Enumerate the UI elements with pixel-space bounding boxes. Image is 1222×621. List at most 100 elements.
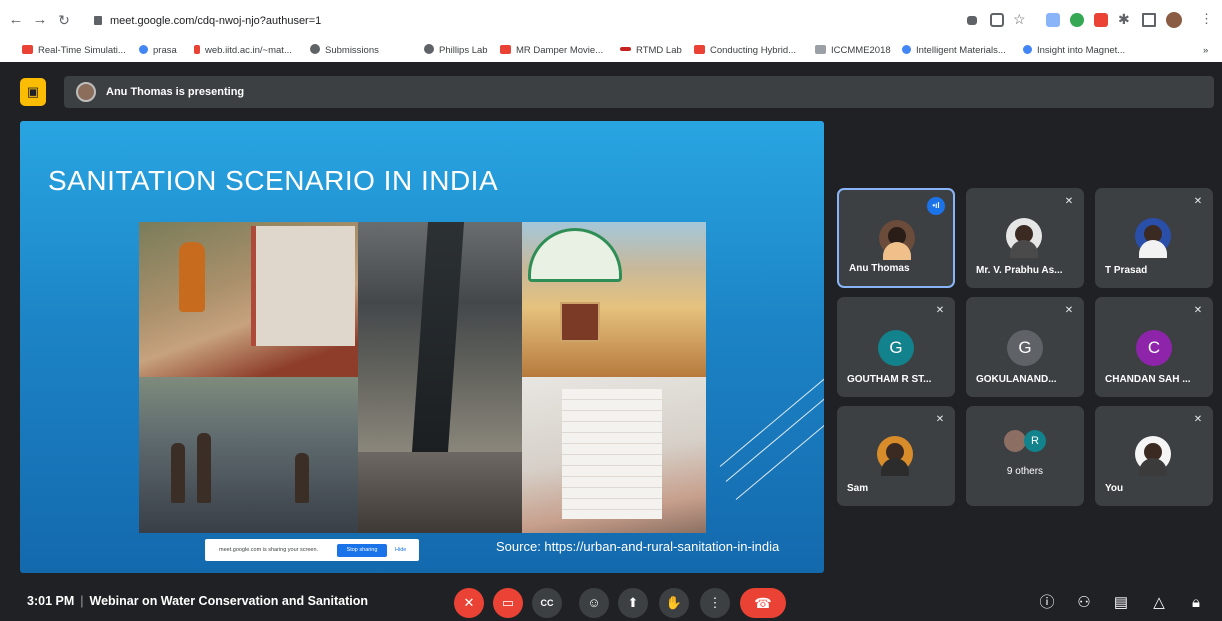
youtube-icon: [22, 45, 33, 54]
people-icon[interactable]: ⚇: [1073, 592, 1095, 614]
others-count: 9 others: [1006, 466, 1044, 477]
bookmark-favicon-icon: [194, 45, 200, 54]
more-options-icon[interactable]: ⋮: [700, 588, 730, 618]
slide-photo-drain: [358, 222, 522, 452]
bookmark-item[interactable]: Real-Time Simulati...: [22, 44, 126, 58]
participant-tile[interactable]: ✕ Mr. V. Prabhu As...: [966, 188, 1084, 288]
slide-photo-wall: [522, 377, 706, 533]
avatar: R: [1024, 430, 1046, 452]
slide-source-text: Source: https://urban-and-rural-sanitati…: [496, 539, 780, 554]
control-bar: 3:01 PM | Webinar on Water Conservation an…: [0, 584, 1222, 621]
bookmark-item[interactable]: ICCMME2018: [815, 44, 891, 58]
camera-off-icon[interactable]: ▭: [493, 588, 523, 618]
presenting-banner: Anu Thomas is presenting: [64, 76, 1214, 108]
meeting-title: Webinar on Water Conservation and Sanita…: [89, 594, 369, 608]
bookmark-label: Phillips Lab: [439, 45, 488, 56]
forward-icon[interactable]: →: [30, 10, 50, 30]
slide-decoration: [735, 402, 824, 500]
lock-icon: [94, 16, 102, 25]
participant-tile[interactable]: ✕ T Prasad: [1095, 188, 1213, 288]
avatar: C: [1136, 330, 1172, 366]
bookmark-label: web.iitd.ac.in/~mat...: [205, 45, 292, 56]
bookmark-item[interactable]: prasa: [139, 44, 177, 58]
browser-chrome: ← → ↻ meet.google.com/cdq-nwoj-njo?authu…: [0, 0, 1222, 62]
participant-name: T Prasad: [1105, 265, 1148, 276]
bookmark-item[interactable]: web.iitd.ac.in/~mat...: [194, 44, 292, 58]
participant-tile[interactable]: ✕ G GOKULANAND...: [966, 297, 1084, 397]
presentation-icon[interactable]: ▣: [20, 78, 46, 106]
slide-photo-toilet: [139, 222, 358, 377]
profile-avatar[interactable]: [1166, 12, 1182, 28]
toolbar: ← → ↻ meet.google.com/cdq-nwoj-njo?authu…: [0, 0, 1222, 40]
bookmark-item[interactable]: Submissions: [310, 44, 379, 58]
extension-docs-icon[interactable]: [1046, 13, 1060, 27]
meet-window: ▣ Anu Thomas is presenting SANITATION SC…: [0, 62, 1222, 621]
mic-off-icon: ✕: [1064, 305, 1074, 316]
participant-name: Sam: [847, 483, 869, 494]
reload-icon[interactable]: ↻: [54, 10, 74, 30]
participant-tile[interactable]: ✕ G GOUTHAM R ST...: [837, 297, 955, 397]
bookmark-item[interactable]: Intelligent Materials...: [902, 44, 1006, 58]
address-bar[interactable]: meet.google.com/cdq-nwoj-njo?authuser=1: [94, 8, 954, 34]
avatar: [1135, 436, 1171, 476]
extensions-puzzle-icon[interactable]: ✱: [1118, 12, 1132, 26]
window-icon[interactable]: [1142, 13, 1156, 27]
present-screen-icon[interactable]: ⬆: [618, 588, 648, 618]
share-notice-text: meet.google.com is sharing your screen.: [219, 547, 319, 553]
google-icon: [1023, 45, 1032, 54]
bookmark-label: Real-Time Simulati...: [38, 45, 126, 56]
bookmark-favicon-icon: [139, 45, 148, 54]
bookmark-label: Insight into Magnet...: [1037, 45, 1126, 56]
emoji-icon[interactable]: ☺: [579, 588, 609, 618]
slide-photo-rubble: [358, 452, 522, 533]
participant-tile[interactable]: ✕ Sam: [837, 406, 955, 506]
slide-photo-building: [522, 222, 706, 377]
bookmark-label: MR Damper Movie...: [516, 45, 604, 56]
shared-screen: SANITATION SCENARIO IN INDIA meet.google…: [20, 121, 824, 573]
camera-indicator-icon[interactable]: [967, 16, 977, 25]
host-controls-icon[interactable]: 🔒︎: [1185, 592, 1207, 614]
bookmark-item[interactable]: RTMD Lab: [620, 44, 682, 58]
more-bookmarks-button[interactable]: »: [1203, 44, 1208, 58]
kebab-menu-icon[interactable]: ⋮: [1200, 12, 1214, 26]
participant-tile[interactable]: ✕ You: [1095, 406, 1213, 506]
activities-icon[interactable]: △: [1148, 592, 1170, 614]
youtube-icon: [500, 45, 511, 54]
bookmark-favicon-icon: [815, 45, 826, 54]
avatar: G: [878, 330, 914, 366]
bookmark-item[interactable]: MR Damper Movie...: [500, 44, 603, 58]
extension-mail-icon[interactable]: [1094, 13, 1108, 27]
meeting-time: 3:01 PM: [27, 594, 75, 608]
captions-icon[interactable]: CC: [532, 588, 562, 618]
avatar: [877, 436, 913, 476]
mic-off-icon: ✕: [1193, 414, 1203, 425]
mic-off-icon: ✕: [935, 305, 945, 316]
share-page-icon[interactable]: [990, 13, 1004, 27]
mic-off-icon[interactable]: ✕: [454, 588, 484, 618]
bookmark-label: Submissions: [325, 45, 379, 56]
participant-tile[interactable]: •ıl Anu Thomas: [837, 188, 955, 288]
bookmark-item[interactable]: Phillips Lab: [424, 44, 488, 58]
info-icon[interactable]: ⓘ: [1036, 592, 1058, 614]
screen-share-notification: meet.google.com is sharing your screen. …: [205, 539, 419, 561]
slide-title: SANITATION SCENARIO IN INDIA: [48, 165, 499, 196]
stop-sharing-button[interactable]: Stop sharing: [337, 544, 387, 557]
back-icon[interactable]: ←: [6, 10, 26, 30]
slide-photo-children: [139, 377, 358, 533]
participant-tile[interactable]: ✕ C CHANDAN SAH ...: [1095, 297, 1213, 397]
bookmark-label: RTMD Lab: [636, 45, 682, 56]
bookmark-star-icon[interactable]: ☆: [1013, 12, 1027, 26]
hide-link[interactable]: Hide: [395, 539, 406, 561]
extension-green-icon[interactable]: [1070, 13, 1084, 27]
raise-hand-icon[interactable]: ✋: [659, 588, 689, 618]
mic-off-icon: ✕: [1193, 196, 1203, 207]
avatar: [879, 220, 915, 260]
bookmark-item[interactable]: Insight into Magnet...: [1023, 44, 1125, 58]
presenter-avatar: [76, 82, 96, 102]
end-call-icon[interactable]: ☎: [740, 588, 786, 618]
chat-icon[interactable]: ▤: [1110, 592, 1132, 614]
participant-tile[interactable]: R 9 others: [966, 406, 1084, 506]
bookmark-item[interactable]: Conducting Hybrid...: [694, 44, 796, 58]
participant-name: CHANDAN SAH ...: [1105, 374, 1191, 385]
globe-icon: [310, 44, 320, 54]
